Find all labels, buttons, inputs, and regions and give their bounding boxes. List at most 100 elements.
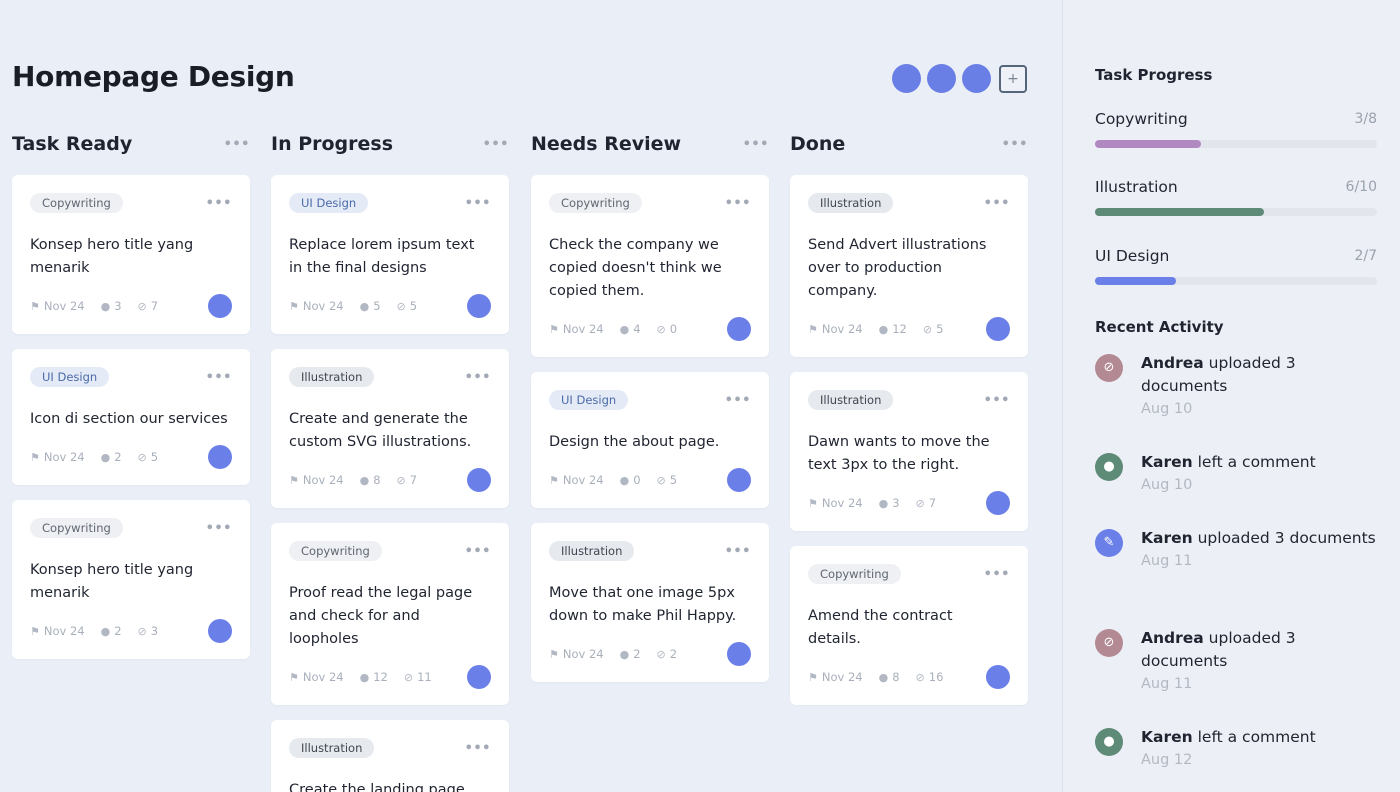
activity-text: Andrea uploaded 3 documents: [1141, 627, 1377, 673]
activity-item: ● Karen left a comment Aug 10: [1095, 451, 1377, 497]
card-menu-icon[interactable]: •••: [984, 567, 1010, 582]
task-card[interactable]: Illustration ••• Create the landing page: [271, 720, 509, 792]
assignee-avatar[interactable]: [727, 642, 751, 666]
task-card[interactable]: Copywriting ••• Konsep hero title yang men…: [12, 500, 250, 659]
member-avatar[interactable]: [962, 64, 991, 93]
comment-icon: ●: [100, 450, 111, 464]
flag-icon: ⚑: [30, 299, 40, 313]
card-menu-icon[interactable]: •••: [465, 544, 491, 559]
column-title: Done: [790, 133, 846, 155]
category-tag[interactable]: Copywriting: [30, 193, 123, 213]
flag-icon: ⚑: [549, 322, 559, 336]
activity-content: Andrea uploaded 3 documents Aug 10: [1141, 352, 1377, 421]
card-menu-icon[interactable]: •••: [984, 196, 1010, 211]
sidebar: Task Progress Copywriting 3/8 Illustration…: [1062, 0, 1400, 792]
paperclip-icon: ⊘: [137, 450, 147, 464]
paperclip-icon: ⊘: [137, 624, 147, 638]
attachment-count: ⊘ 5: [923, 322, 944, 336]
task-card[interactable]: UI Design ••• Replace lorem ipsum text in …: [271, 175, 509, 334]
attachment-count-text: 0: [669, 322, 678, 336]
progress-bar: [1095, 277, 1377, 285]
flag-icon: ⚑: [30, 624, 40, 638]
assignee-avatar[interactable]: [208, 619, 232, 643]
task-card[interactable]: Copywriting ••• Proof read the legal page …: [271, 523, 509, 705]
card-menu-icon[interactable]: •••: [206, 521, 232, 536]
attachment-count-text: 5: [150, 450, 159, 464]
task-card[interactable]: Copywriting ••• Konsep hero title yang men…: [12, 175, 250, 334]
assignee-avatar[interactable]: [467, 665, 491, 689]
activity-text: Andrea uploaded 3 documents: [1141, 352, 1377, 398]
assignee-avatar[interactable]: [467, 294, 491, 318]
assignee-avatar[interactable]: [986, 491, 1010, 515]
card-menu-icon[interactable]: •••: [465, 196, 491, 211]
column-menu-icon[interactable]: •••: [224, 137, 250, 152]
activity-user: Karen: [1141, 529, 1193, 547]
assignee-avatar[interactable]: [986, 317, 1010, 341]
assignee-avatar[interactable]: [208, 294, 232, 318]
pencil-icon: ✎: [1095, 529, 1123, 557]
due-date-text: Nov 24: [821, 670, 863, 684]
progress-copywriting: Copywriting 3/8: [1095, 110, 1377, 148]
activity-item: ✎ Karen uploaded 3 documents Aug 11: [1095, 527, 1377, 573]
category-tag[interactable]: UI Design: [289, 193, 369, 213]
attachment-count: ⊘ 5: [138, 450, 159, 464]
task-card[interactable]: Illustration ••• Dawn wants to move the te…: [790, 372, 1028, 531]
comment-count-text: 5: [373, 299, 381, 313]
comment-icon: ●: [100, 299, 111, 313]
card-menu-icon[interactable]: •••: [725, 544, 751, 559]
category-tag[interactable]: Copywriting: [808, 564, 901, 584]
card-menu-icon[interactable]: •••: [465, 370, 491, 385]
card-list: Copywriting ••• Konsep hero title yang men…: [12, 175, 250, 659]
category-tag[interactable]: Illustration: [549, 541, 635, 561]
card-menu-icon[interactable]: •••: [206, 370, 232, 385]
task-card[interactable]: Illustration ••• Move that one image 5px d…: [531, 523, 769, 682]
task-card[interactable]: UI Design ••• Icon di section our services…: [12, 349, 250, 485]
progress-count: 3/8: [1354, 111, 1377, 127]
progress-bar-fill: [1095, 208, 1265, 216]
card-header: UI Design •••: [30, 367, 232, 387]
category-tag[interactable]: Illustration: [808, 193, 894, 213]
category-tag[interactable]: Copywriting: [289, 541, 382, 561]
card-menu-icon[interactable]: •••: [725, 393, 751, 408]
category-tag[interactable]: UI Design: [549, 390, 629, 410]
comment-count: ● 12: [879, 322, 907, 336]
comment-icon: ●: [878, 670, 889, 684]
due-date-text: Nov 24: [302, 299, 344, 313]
paperclip-icon: ⊘: [1095, 354, 1123, 382]
assignee-avatar[interactable]: [727, 317, 751, 341]
due-date: ⚑ Nov 24: [289, 670, 344, 684]
task-card[interactable]: UI Design ••• Design the about page. ⚑ Nov 2…: [531, 372, 769, 508]
card-title: Create the landing page: [289, 782, 465, 792]
assignee-avatar[interactable]: [467, 468, 491, 492]
card-menu-icon[interactable]: •••: [725, 196, 751, 211]
add-member-button[interactable]: +: [999, 64, 1027, 93]
task-card[interactable]: Illustration ••• Send Advert illustrations…: [790, 175, 1028, 357]
assignee-avatar[interactable]: [727, 468, 751, 492]
attachment-count: ⊘ 7: [138, 299, 159, 313]
attachment-count-text: 11: [417, 670, 432, 684]
column-menu-icon[interactable]: •••: [743, 137, 769, 152]
category-tag[interactable]: Illustration: [289, 367, 375, 387]
category-tag[interactable]: Copywriting: [30, 518, 123, 538]
column-needs-review: Needs Review ••• Copywriting ••• Check the c…: [531, 130, 769, 682]
category-tag[interactable]: Illustration: [808, 390, 894, 410]
activity-time: Aug 10: [1141, 401, 1193, 417]
task-card[interactable]: Copywriting ••• Check the company we copie…: [531, 175, 769, 357]
comment-count-text: 2: [114, 450, 122, 464]
card-menu-icon[interactable]: •••: [206, 196, 232, 211]
card-stats: ⚑ Nov 24 ● 2 ⊘ 5: [30, 450, 158, 464]
category-tag[interactable]: UI Design: [30, 367, 110, 387]
card-menu-icon[interactable]: •••: [984, 393, 1010, 408]
category-tag[interactable]: Illustration: [289, 738, 375, 758]
column-menu-icon[interactable]: •••: [1002, 137, 1028, 152]
task-card[interactable]: Illustration ••• Create and generate the c…: [271, 349, 509, 508]
card-menu-icon[interactable]: •••: [465, 741, 491, 756]
activity-content: Andrea uploaded 3 documents Aug 11: [1141, 627, 1377, 696]
category-tag[interactable]: Copywriting: [549, 193, 642, 213]
member-avatar[interactable]: [927, 64, 956, 93]
task-card[interactable]: Copywriting ••• Amend the contract details…: [790, 546, 1028, 705]
assignee-avatar[interactable]: [208, 445, 232, 469]
assignee-avatar[interactable]: [986, 665, 1010, 689]
member-avatar[interactable]: [892, 64, 921, 93]
column-menu-icon[interactable]: •••: [483, 137, 509, 152]
